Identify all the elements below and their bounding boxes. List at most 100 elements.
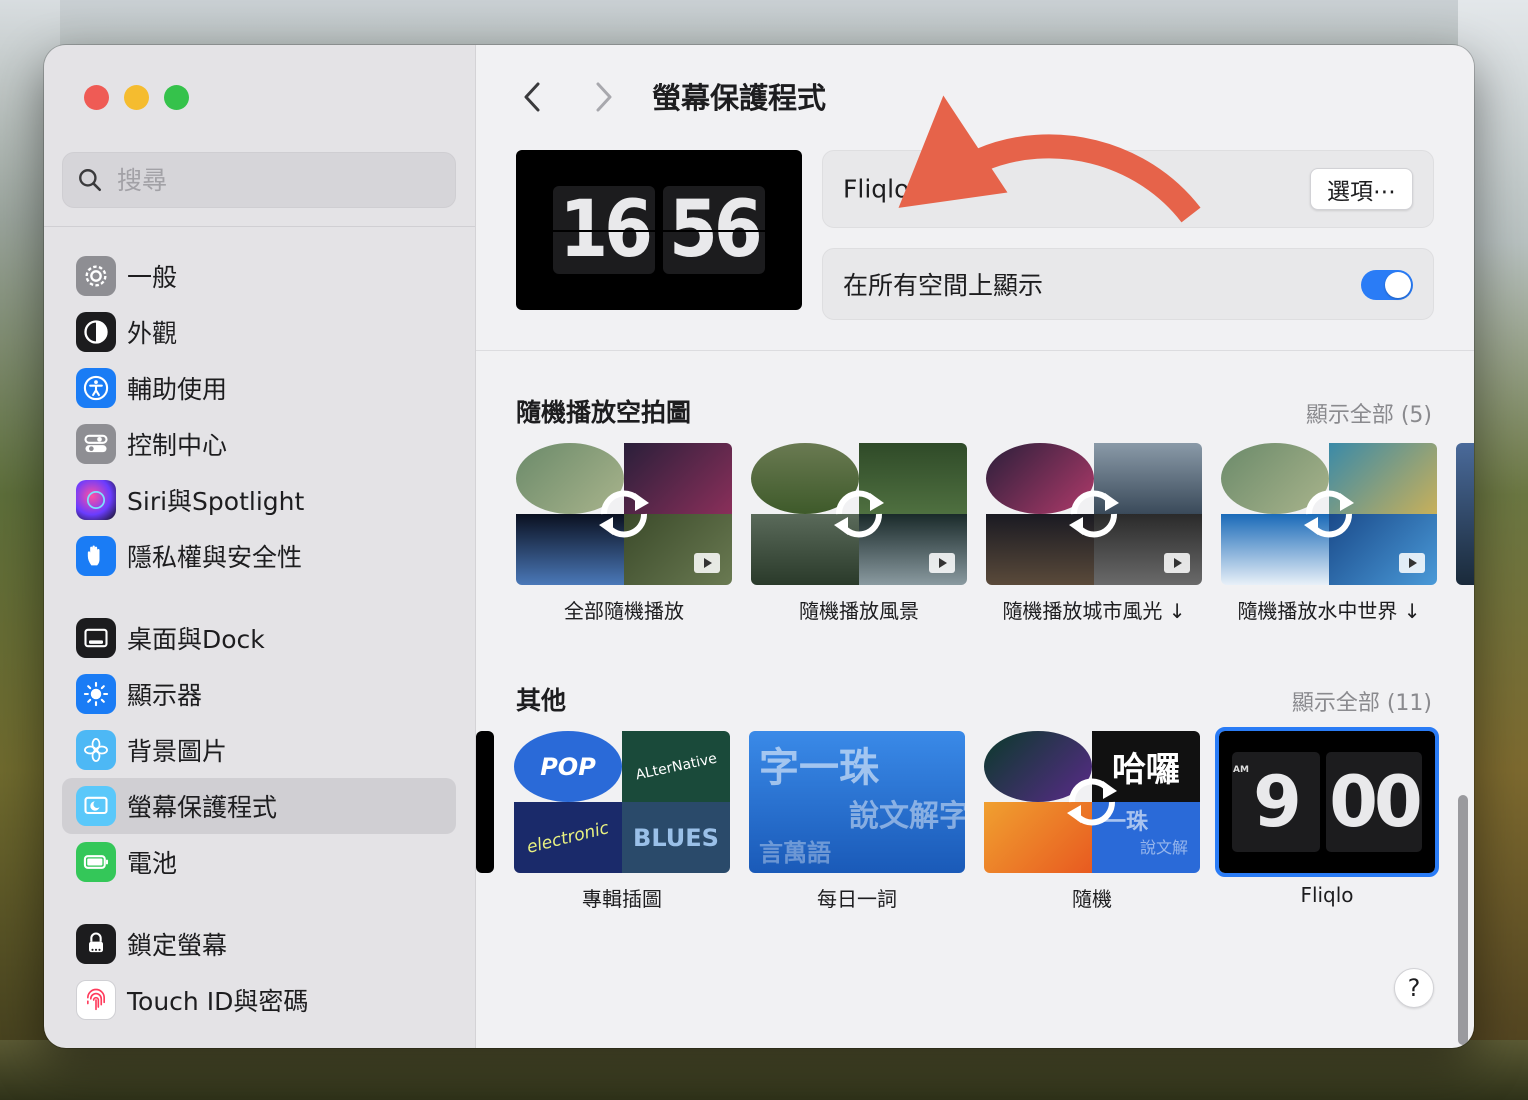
battery-icon	[76, 842, 116, 882]
play-icon	[929, 553, 955, 573]
other-random[interactable]: 哈囉 一珠 說文解 隨機	[984, 731, 1200, 912]
wallpaper-bottom	[0, 1040, 1528, 1100]
tile-text: BLUES	[633, 823, 719, 852]
sidebar-item-lock-screen[interactable]: 鎖定螢幕	[62, 916, 456, 972]
dock-icon	[76, 618, 116, 658]
tile-text: electronic	[524, 817, 612, 858]
sidebar-item-battery[interactable]: 電池	[62, 834, 456, 890]
play-icon	[1164, 553, 1190, 573]
aerial-shuffle-landscapes[interactable]: 隨機播放風景	[751, 443, 967, 624]
other-word-of-the-day[interactable]: 字一珠 說文解字 言萬語 每日一詞	[749, 731, 965, 912]
sun-icon	[76, 674, 116, 714]
thumbnail-caption: 隨機播放風景	[799, 599, 919, 623]
all-spaces-row: 在所有空間上顯示	[822, 248, 1434, 320]
close-button[interactable]	[84, 85, 109, 110]
shuffle-icon	[1067, 778, 1117, 826]
tile-text: ALterNative	[633, 750, 719, 783]
sidebar-item-displays[interactable]: 顯示器	[62, 666, 456, 722]
current-screensaver-row: Fliqlo 選項⋯	[822, 150, 1434, 228]
sidebar-item-control-center[interactable]: 控制中心	[62, 416, 456, 472]
sidebar-item-label: 桌面與Dock	[127, 625, 265, 654]
sidebar-item-appearance[interactable]: 外觀	[62, 304, 456, 360]
sidebar-divider	[44, 226, 475, 227]
toggle-knob	[1385, 272, 1411, 298]
thumbnail-image	[1221, 443, 1437, 585]
tile-text: 說文解字	[849, 799, 965, 834]
fingerprint-icon	[76, 980, 116, 1020]
forward-chevron-icon[interactable]	[588, 79, 618, 115]
sidebar-item-screen-saver[interactable]: 螢幕保護程式	[62, 778, 456, 834]
sidebar-item-label: Siri與Spotlight	[127, 487, 305, 516]
current-screensaver-name: Fliqlo	[843, 174, 910, 204]
aerial-thumbnail-row: 全部隨機播放 隨機播放風景 隨機播放城市風光 ↓ 隨機播放水中世界 ↓	[476, 443, 1474, 633]
sidebar-item-general[interactable]: 一般	[62, 248, 456, 304]
search-field[interactable]	[62, 152, 456, 208]
sidebar-item-desktop-dock[interactable]: 桌面與Dock	[62, 610, 456, 666]
aerial-next-partial[interactable]	[1456, 443, 1474, 585]
accessibility-icon	[76, 368, 116, 408]
sidebar-item-siri[interactable]: Siri與Spotlight	[62, 472, 456, 528]
preview-minutes: 56	[663, 186, 765, 274]
sidebar-item-label: 電池	[127, 849, 178, 878]
fliqlo-minutes: 00	[1326, 752, 1423, 852]
tile-text: 言萬語	[759, 839, 831, 867]
all-spaces-toggle[interactable]	[1361, 270, 1413, 300]
other-prev-partial[interactable]	[476, 731, 494, 873]
other-show-all-link[interactable]: 顯示全部 (11)	[1292, 685, 1432, 717]
search-icon	[79, 169, 102, 192]
shuffle-icon	[1304, 490, 1354, 538]
sidebar-item-label: 鎖定螢幕	[127, 931, 228, 960]
sidebar-item-privacy[interactable]: 隱私權與安全性	[62, 528, 456, 584]
help-button[interactable]: ?	[1394, 968, 1434, 1008]
other-album-artwork[interactable]: POP ALterNative electronic BLUES 專輯插圖	[514, 731, 730, 912]
thumbnail-image: 字一珠 說文解字 言萬語	[749, 731, 965, 873]
minimize-button[interactable]	[124, 85, 149, 110]
sidebar-item-label: 控制中心	[127, 431, 228, 460]
back-chevron-icon[interactable]	[518, 79, 548, 115]
sidebar-item-wallpaper[interactable]: 背景圖片	[62, 722, 456, 778]
tile-text: 字一珠	[759, 745, 879, 791]
tile-text: 說文解	[1140, 838, 1189, 857]
sidebar-nav: 一般 外觀 輔助使用 控制中心 Siri與Spotlight 隱私權與安全性 桌…	[62, 248, 456, 1028]
play-icon	[1399, 553, 1425, 573]
toolbar: 螢幕保護程式	[476, 45, 1474, 153]
play-icon	[694, 553, 720, 573]
thumbnail-image	[476, 731, 494, 873]
aerial-section-title: 隨機播放空拍圖	[516, 398, 692, 427]
thumbnail-image	[751, 443, 967, 585]
sidebar-item-label: Touch ID與密碼	[127, 987, 309, 1016]
thumbnail-image: POP ALterNative electronic BLUES	[514, 731, 730, 873]
thumbnail-caption: 全部隨機播放	[564, 599, 684, 623]
other-thumbnail-row: POP ALterNative electronic BLUES 專輯插圖 字一…	[476, 727, 1474, 921]
sidebar-item-label: 隱私權與安全性	[127, 543, 303, 572]
all-spaces-label: 在所有空間上顯示	[843, 271, 1044, 300]
scrollbar[interactable]	[1458, 795, 1468, 1045]
options-button[interactable]: 選項⋯	[1310, 168, 1413, 210]
flower-icon	[76, 730, 116, 770]
aerial-show-all-link[interactable]: 顯示全部 (5)	[1306, 397, 1432, 429]
aerial-shuffle-cityscapes[interactable]: 隨機播放城市風光 ↓	[986, 443, 1202, 624]
hand-icon	[76, 536, 116, 576]
sidebar-item-label: 外觀	[127, 319, 178, 348]
sidebar: 一般 外觀 輔助使用 控制中心	[44, 45, 476, 1048]
screensaver-preview: 16 56	[516, 150, 802, 310]
settings-window: 一般 外觀 輔助使用 控制中心	[44, 45, 1474, 1048]
sidebar-item-accessibility[interactable]: 輔助使用	[62, 360, 456, 416]
thumbnail-image	[516, 443, 732, 585]
sidebar-item-touch-id[interactable]: Touch ID與密碼	[62, 972, 456, 1028]
thumbnail-image: 哈囉 一珠 說文解	[984, 731, 1200, 873]
other-fliqlo[interactable]: AM 9 00 Fliqlo	[1215, 727, 1439, 907]
siri-icon	[76, 480, 116, 520]
aerial-shuffle-underwater[interactable]: 隨機播放水中世界 ↓	[1221, 443, 1437, 624]
preview-hours: 16	[553, 186, 655, 274]
search-input[interactable]	[117, 165, 417, 195]
aerial-shuffle-all[interactable]: 全部隨機播放	[516, 443, 732, 624]
sidebar-item-label: 螢幕保護程式	[127, 793, 278, 822]
zoom-button[interactable]	[164, 85, 189, 110]
thumbnail-image	[1456, 443, 1474, 585]
thumbnail-caption: 專輯插圖	[582, 887, 662, 911]
thumbnail-image	[986, 443, 1202, 585]
main-pane: 螢幕保護程式 16 56 Fliqlo 選項⋯ 在所有空間上顯示 隨機播放空拍圖…	[476, 45, 1474, 1048]
